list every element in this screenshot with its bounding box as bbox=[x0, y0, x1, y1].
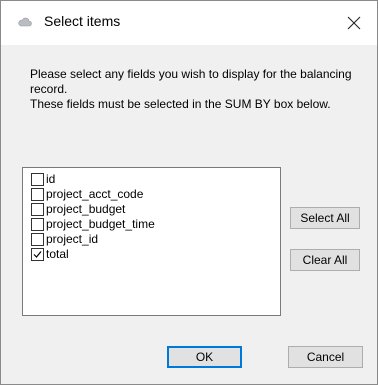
list-item-label: id bbox=[46, 172, 56, 186]
list-item-label: total bbox=[46, 247, 69, 261]
list-item-label: project_acct_code bbox=[46, 187, 144, 201]
checkmark-icon bbox=[33, 251, 42, 258]
list-item-label: project_budget bbox=[46, 202, 126, 216]
list-item-total[interactable]: total bbox=[31, 247, 69, 262]
checkbox[interactable] bbox=[31, 188, 44, 201]
description: Please select any fields you wish to dis… bbox=[30, 67, 360, 112]
select-items-dialog: Select items Please select any fields yo… bbox=[0, 0, 378, 385]
select-all-button[interactable]: Select All bbox=[290, 207, 360, 229]
description-line-2: These fields must be selected in the SUM… bbox=[30, 97, 331, 111]
dialog-title: Select items bbox=[44, 13, 121, 29]
cloud-icon bbox=[18, 16, 32, 27]
checkbox[interactable] bbox=[31, 203, 44, 216]
list-item-label: project_id bbox=[46, 232, 99, 246]
list-item-project-budget-time[interactable]: project_budget_time bbox=[31, 217, 155, 232]
close-button[interactable] bbox=[331, 1, 377, 45]
clear-all-button[interactable]: Clear All bbox=[290, 249, 360, 271]
cancel-button[interactable]: Cancel bbox=[288, 346, 363, 368]
list-item-project-budget[interactable]: project_budget bbox=[31, 202, 125, 217]
list-item-project-id[interactable]: project_id bbox=[31, 232, 98, 247]
list-item-id[interactable]: id bbox=[31, 172, 55, 187]
checkbox-checked[interactable] bbox=[31, 248, 44, 261]
list-item-project-acct-code[interactable]: project_acct_code bbox=[31, 187, 143, 202]
checkbox[interactable] bbox=[31, 173, 44, 186]
ok-button[interactable]: OK bbox=[167, 346, 242, 368]
checkbox[interactable] bbox=[31, 218, 44, 231]
title-bar: Select items bbox=[1, 1, 377, 45]
list-item-label: project_budget_time bbox=[46, 217, 155, 231]
checkbox[interactable] bbox=[31, 233, 44, 246]
fields-listbox[interactable]: id project_acct_code project_budget proj… bbox=[22, 167, 281, 316]
description-line-1: Please select any fields you wish to dis… bbox=[30, 67, 352, 96]
close-icon bbox=[347, 16, 361, 30]
